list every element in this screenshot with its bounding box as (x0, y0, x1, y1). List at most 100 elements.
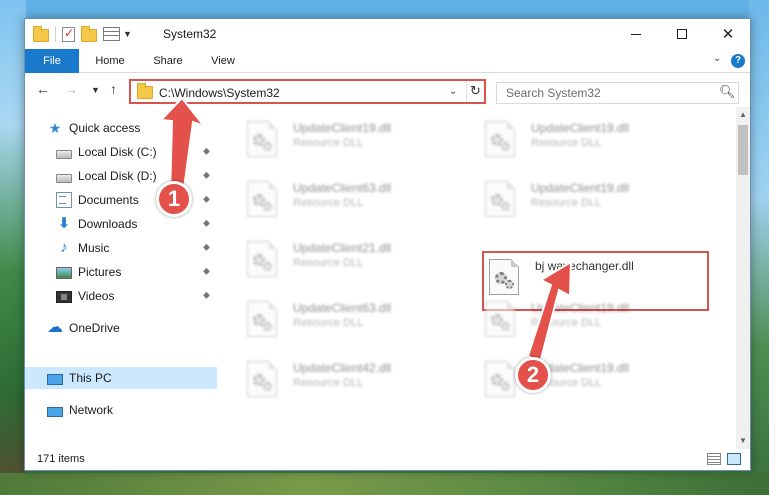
tab-share[interactable]: Share (142, 49, 194, 73)
search-icon[interactable]: 🔍︎ (719, 84, 736, 100)
customize-toolbar-chevron-icon[interactable]: ▼ (123, 29, 132, 39)
sidebar-item-label: Downloads (78, 217, 138, 231)
sidebar-item-downloads[interactable]: ⬇ Downloads ⬥ (25, 213, 217, 235)
desktop-background-right (749, 0, 769, 495)
sidebar-item-onedrive[interactable]: ☁ OneDrive (25, 317, 217, 339)
close-button[interactable]: ✕ (705, 19, 751, 49)
file-type: Resource DLL (293, 137, 364, 149)
sidebar-item-videos[interactable]: Videos ⬥ (25, 285, 217, 307)
document-icon (56, 192, 72, 208)
file-name: UpdateClient19.dll (531, 181, 630, 195)
file-type: Resource DLL (293, 257, 364, 269)
address-separator (466, 81, 467, 102)
sidebar-item-label: This PC (69, 371, 112, 385)
dll-file-icon (247, 121, 279, 159)
sidebar-item-label: Quick access (69, 121, 141, 135)
sidebar-item-label: Network (69, 403, 114, 417)
pin-icon[interactable]: ⬥ (203, 266, 210, 277)
pin-icon[interactable]: ⬥ (203, 290, 210, 301)
quick-access-toolbar: ▼ (33, 25, 132, 42)
tab-view[interactable]: View (201, 49, 245, 73)
pin-icon[interactable]: ⬥ (203, 146, 210, 157)
sidebar-item-label: Local Disk (C:) (78, 145, 157, 159)
pin-icon[interactable]: ⬥ (203, 242, 210, 253)
dll-file-icon (485, 301, 517, 339)
pin-icon[interactable]: ⬥ (203, 194, 210, 205)
maximize-button[interactable] (659, 19, 705, 49)
network-icon (47, 406, 63, 417)
expand-ribbon-chevron-icon[interactable]: ⌄ (713, 53, 721, 64)
desktop-background-bottom (0, 473, 769, 495)
search-box[interactable]: Search System32 🔍︎ (496, 82, 739, 104)
large-icons-view-icon[interactable] (727, 453, 741, 465)
vertical-scrollbar[interactable]: ▲ ▼ (736, 107, 750, 449)
file-explorer-window: ▼ System32 ✕ File Home Share View ⌄ ? ← … (24, 18, 751, 471)
recent-locations-chevron-icon[interactable]: ▼ (91, 85, 100, 95)
dll-file-icon (485, 181, 517, 219)
address-bar[interactable]: C:\Windows\System32 ⌄ ↻ (129, 79, 486, 104)
address-history-chevron-icon[interactable]: ⌄ (449, 86, 457, 97)
forward-button[interactable]: → (64, 81, 78, 97)
window-title: System32 (163, 27, 217, 41)
address-folder-icon (137, 83, 153, 99)
status-bar: 171 items (25, 449, 750, 470)
onedrive-icon: ☁ (47, 319, 63, 336)
details-view-icon[interactable] (707, 453, 721, 465)
file-item[interactable]: UpdateClient19.dll Resource DLL (247, 119, 457, 171)
properties-icon[interactable] (62, 26, 75, 42)
file-item[interactable]: UpdateClient19.dll Resource DLL (485, 179, 695, 231)
pictures-icon (56, 267, 72, 279)
view-icon[interactable] (103, 27, 120, 41)
sidebar-item-local-disk-c[interactable]: Local Disk (C:) ⬥ (25, 141, 217, 163)
pin-icon[interactable]: ⬥ (203, 218, 210, 229)
dll-file-icon (247, 181, 279, 219)
tab-home[interactable]: Home (85, 49, 135, 73)
sidebar-item-music[interactable]: ♪ Music ⬥ (25, 237, 217, 259)
up-button[interactable]: ↑ (110, 81, 117, 97)
step-badge-1: 1 (156, 181, 192, 217)
back-button[interactable]: ← (36, 81, 50, 97)
download-icon: ⬇ (57, 215, 71, 232)
sidebar-item-label: Music (78, 241, 110, 255)
sidebar-item-network[interactable]: Network (25, 399, 217, 421)
file-item[interactable]: UpdateClient63.dll Resource DLL (247, 179, 457, 231)
item-count: 171 items (37, 453, 85, 465)
refresh-icon[interactable]: ↻ (470, 83, 481, 99)
sidebar-item-local-disk-d[interactable]: Local Disk (D:) ⬥ (25, 165, 217, 187)
toolbar-separator (55, 26, 56, 42)
pin-icon[interactable]: ⬥ (203, 170, 210, 181)
scroll-up-icon[interactable]: ▲ (736, 107, 750, 123)
disk-icon (56, 149, 72, 159)
sidebar-item-label: OneDrive (69, 321, 120, 335)
star-icon: ★ (48, 120, 62, 136)
file-item[interactable]: UpdateClient19.dll Resource DLL (485, 119, 695, 171)
scrollbar-thumb[interactable] (738, 125, 748, 175)
sidebar-item-quick-access[interactable]: ★ Quick access (25, 117, 217, 139)
help-icon[interactable]: ? (731, 54, 745, 68)
address-path[interactable]: C:\Windows\System32 (159, 86, 280, 100)
file-type: Resource DLL (531, 137, 602, 149)
file-item[interactable]: UpdateClient42.dll Resource DLL (247, 359, 457, 411)
dll-file-icon (247, 361, 279, 399)
videos-icon (56, 291, 72, 303)
dll-file-icon (247, 241, 279, 279)
sidebar-item-label: Pictures (78, 265, 122, 279)
minimize-button[interactable] (613, 19, 659, 49)
sidebar-item-this-pc[interactable]: This PC (25, 367, 217, 389)
file-item[interactable]: UpdateClient19.dll Resource DLL (485, 299, 695, 351)
file-type: Resource DLL (293, 377, 364, 389)
sidebar-item-label: Documents (78, 193, 139, 207)
file-list: UpdateClient19.dll Resource DLL UpdateCl… (221, 107, 736, 447)
file-type: Resource DLL (531, 317, 602, 329)
step-badge-2: 2 (515, 357, 551, 393)
file-item[interactable]: UpdateClient63.dll Resource DLL (247, 299, 457, 351)
tab-file[interactable]: File (25, 49, 79, 73)
sidebar-item-pictures[interactable]: Pictures ⬥ (25, 261, 217, 283)
scroll-down-icon[interactable]: ▼ (736, 433, 750, 449)
search-input[interactable]: Search System32 (506, 86, 601, 100)
new-folder-icon[interactable] (81, 25, 97, 42)
disk-icon (56, 173, 72, 183)
ribbon-tabs: File Home Share View ⌄ ? (25, 49, 750, 73)
file-item[interactable]: UpdateClient21.dll Resource DLL (247, 239, 457, 291)
file-name: UpdateClient19.dll (531, 121, 630, 135)
